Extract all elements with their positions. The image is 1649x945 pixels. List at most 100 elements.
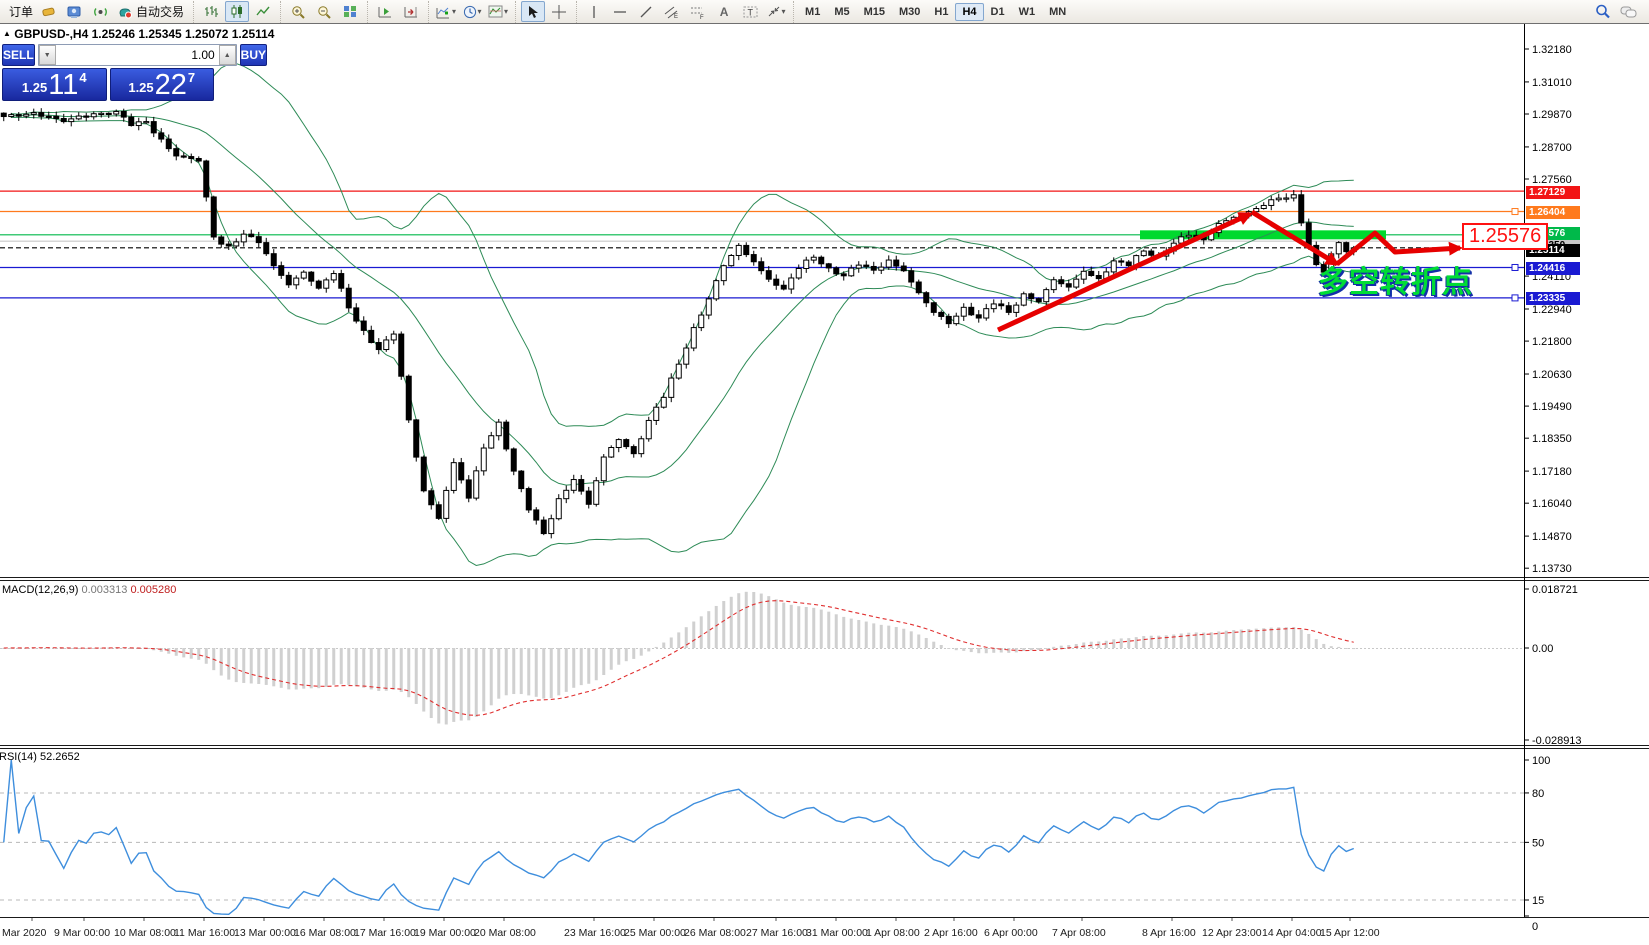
candlestick-chart-icon[interactable] (225, 1, 250, 22)
autotrading-label: 自动交易 (136, 5, 185, 19)
time-axis-label: 13 Mar 00:00 (234, 927, 296, 939)
svg-text:F: F (700, 15, 704, 19)
price-badge: 1.26404 (1526, 205, 1580, 219)
volume-decrease-button[interactable]: ▼ (38, 45, 56, 65)
rsi-pane-label: RSI(14) 52.2652 (0, 751, 80, 763)
time-axis-label: 11 Mar 16:00 (174, 927, 235, 939)
time-axis-label: 20 Mar 08:00 (474, 927, 536, 939)
sell-button[interactable]: SELL (2, 44, 35, 66)
new-order-button[interactable]: 订单 (5, 1, 34, 22)
volume-input[interactable] (55, 45, 219, 65)
time-axis-label: 17 Mar 16:00 (354, 927, 416, 939)
timeframe-MN[interactable]: MN (1042, 3, 1073, 21)
timeframe-M1[interactable]: M1 (798, 3, 827, 21)
sell-price-big: 11 (48, 69, 79, 101)
cursor-tool[interactable] (521, 1, 546, 22)
toolbar-group-trade: 订单 自动交易 (0, 1, 193, 23)
vertical-line-tool[interactable] (582, 1, 606, 22)
main-toolbar: 订单 自动交易 ▾ ▾ ▾ E F A T ▾ M1 M5 M15 M30 H1… (0, 0, 1649, 24)
window-triangle-icon: ▲ (3, 29, 11, 38)
buy-price-small: 1.25 (128, 80, 154, 95)
time-axis-label: 8 Apr 16:00 (1142, 927, 1196, 939)
text-tool[interactable]: A (712, 1, 736, 22)
trendline-tool[interactable] (634, 1, 658, 22)
timeframe-M15[interactable]: M15 (857, 3, 892, 21)
symbol-info-bar: ▲ GBPUSD-,H4 1.25246 1.25345 1.25072 1.2… (3, 27, 274, 41)
time-axis-label: 31 Mar 00:00 (806, 927, 868, 939)
chart-canvas[interactable]: 1.321801.310101.298701.287001.275601.241… (0, 0, 1649, 945)
price-badge: 1.24416 (1526, 261, 1580, 275)
chevron-down-icon: ▾ (452, 7, 457, 16)
timeframe-D1[interactable]: D1 (984, 3, 1012, 21)
time-axis-label: 12 Apr 23:00 (1202, 927, 1262, 939)
crosshair-tool[interactable] (547, 1, 571, 22)
timeframe-group: M1 M5 M15 M30 H1 H4 D1 W1 MN (793, 0, 1077, 23)
line-chart-icon[interactable] (251, 1, 275, 22)
timeframe-H1[interactable]: H1 (927, 3, 955, 21)
new-order-label: 订单 (9, 5, 34, 19)
chevron-down-icon: ▾ (477, 7, 482, 16)
deposit-icon[interactable] (36, 1, 60, 22)
metaeditor-icon[interactable] (62, 1, 86, 22)
rsi-name: RSI(14) (0, 751, 37, 763)
one-click-trading-panel: SELL ▼ ▲ BUY 1.25 11 4 1.25 22 7 (2, 44, 268, 101)
toolbar-group-objects: ▾ ▾ ▾ (428, 0, 515, 23)
auto-scroll-icon[interactable] (373, 1, 397, 22)
fibonacci-tool[interactable]: F (686, 1, 710, 22)
timeframe-H4[interactable]: H4 (955, 2, 984, 21)
time-axis-label: 14 Apr 04:00 (1262, 927, 1322, 939)
svg-text:E: E (674, 14, 678, 19)
price-axis-badges: 1.253501.255761.251141.271291.264041.244… (1525, 0, 1648, 945)
time-axis-label: 9 Mar 00:00 (54, 927, 110, 939)
timeframe-W1[interactable]: W1 (1012, 3, 1043, 21)
zoom-out-icon[interactable] (312, 1, 336, 22)
time-axis-label: 27 Mar 16:00 (746, 927, 808, 939)
time-axis-label: 23 Mar 16:00 (564, 927, 626, 939)
svg-text:T: T (747, 7, 753, 17)
templates-button[interactable]: ▾ (486, 1, 510, 22)
chevron-down-icon: ▾ (781, 7, 786, 16)
search-icon[interactable] (1590, 1, 1614, 22)
price-badge: 1.27129 (1526, 185, 1580, 199)
add-indicator-button[interactable]: ▾ (434, 1, 458, 22)
time-axis-label: 16 Mar 08:00 (294, 927, 356, 939)
autotrading-button[interactable]: 自动交易 (114, 1, 188, 22)
toolbar-group-scroll (367, 0, 428, 23)
time-axis-label: 2 Apr 16:00 (924, 927, 978, 939)
text-label-tool[interactable]: T (738, 1, 762, 22)
tile-windows-icon[interactable] (338, 1, 362, 22)
time-axis-label: 19 Mar 00:00 (414, 927, 476, 939)
bar-chart-icon[interactable] (199, 1, 223, 22)
time-axis-label: 1 Apr 08:00 (866, 927, 920, 939)
price-badge: 1.23335 (1526, 291, 1580, 305)
timeframe-M30[interactable]: M30 (892, 3, 927, 21)
time-axis-label: Mar 2020 (2, 927, 47, 939)
toolbar-group-zoom (280, 0, 367, 23)
time-axis-label: 15 Apr 12:00 (1320, 927, 1380, 939)
buy-button[interactable]: BUY (239, 44, 268, 66)
zoom-in-icon[interactable] (286, 1, 310, 22)
channel-tool[interactable]: E (660, 1, 684, 22)
volume-stepper: ▼ ▲ (37, 44, 237, 66)
chat-icon[interactable] (1616, 1, 1640, 22)
buy-price-display[interactable]: 1.25 22 7 (109, 68, 214, 101)
periods-button[interactable]: ▾ (460, 1, 484, 22)
sell-price-small: 1.25 (21, 80, 48, 95)
sell-price-display[interactable]: 1.25 11 4 (2, 68, 107, 101)
symbol-name: GBPUSD-,H4 (14, 27, 89, 41)
horizontal-line-tool[interactable] (608, 1, 632, 22)
buy-price-sup: 7 (187, 70, 196, 85)
chart-shift-icon[interactable] (399, 1, 423, 22)
price-annotation-box[interactable]: 1.25576 (1462, 223, 1549, 250)
arrows-tool[interactable]: ▾ (764, 1, 788, 22)
time-axis-label: 26 Mar 08:00 (684, 927, 746, 939)
time-axis-label: 6 Apr 00:00 (984, 927, 1038, 939)
turning-point-annotation[interactable]: 多空转折点 (1318, 257, 1473, 301)
macd-signal-value: 0.005280 (130, 584, 177, 596)
timeframe-M5[interactable]: M5 (827, 3, 856, 21)
volume-increase-button[interactable]: ▲ (218, 45, 236, 65)
signal-icon[interactable] (88, 1, 112, 22)
rsi-value: 52.2652 (39, 751, 80, 763)
sell-price-sup: 4 (79, 70, 87, 85)
macd-name: MACD(12,26,9) (2, 584, 79, 596)
